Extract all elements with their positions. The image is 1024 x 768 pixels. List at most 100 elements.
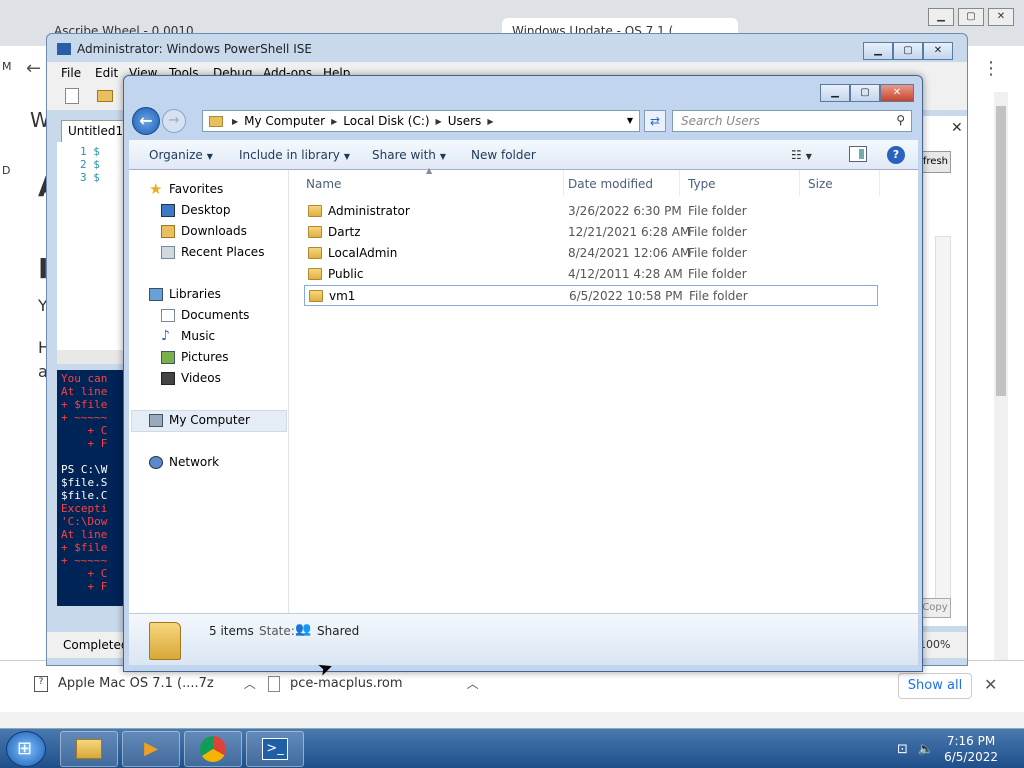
breadcrumb-separator-icon[interactable]: ▶: [229, 117, 241, 126]
browser-window-controls: ▁ ▢ ✕: [928, 8, 1014, 26]
close-button[interactable]: ✕: [988, 8, 1014, 26]
file-row[interactable]: Public 4/12/2011 4:28 AM File folder: [304, 264, 878, 285]
zoom-level: 100%: [919, 638, 951, 651]
menu-file[interactable]: File: [61, 66, 81, 80]
sidebar-item-desktop[interactable]: Desktop: [161, 203, 231, 217]
maximize-button[interactable]: ▢: [958, 8, 984, 26]
column-header-type[interactable]: Type: [680, 170, 800, 196]
refresh-icon[interactable]: ⇄: [644, 110, 666, 132]
sidebar-item-my-computer[interactable]: My Computer: [149, 413, 250, 427]
console-line: Excepti: [61, 502, 108, 515]
videos-icon: [161, 371, 175, 385]
ise-titlebar: Administrator: Windows PowerShell ISE: [57, 42, 312, 56]
help-icon[interactable]: ?: [887, 146, 905, 164]
close-button[interactable]: ✕: [880, 84, 914, 102]
column-header-date-modified[interactable]: Date modified: [560, 170, 680, 196]
breadcrumb-local-disk[interactable]: Local Disk (C:): [340, 114, 432, 128]
left-edge-text: D: [2, 164, 11, 177]
breadcrumb-separator-icon[interactable]: ▶: [433, 117, 445, 126]
back-button[interactable]: ←: [132, 107, 160, 135]
sidebar-item-downloads[interactable]: Downloads: [161, 224, 247, 238]
taskbar-powershell-button[interactable]: >_: [246, 731, 304, 767]
download-item[interactable]: pce-macplus.rom ︿: [268, 675, 479, 692]
search-icon[interactable]: ⚲: [896, 113, 905, 127]
page-scrollbar[interactable]: [994, 92, 1008, 660]
address-bar[interactable]: ▶ My Computer ▶ Local Disk (C:) ▶ Users …: [202, 110, 640, 132]
minimize-button[interactable]: ▁: [820, 84, 850, 102]
new-folder-button[interactable]: New folder: [471, 148, 536, 162]
sidebar-item-label: Downloads: [181, 224, 247, 238]
sidebar-item-pictures[interactable]: Pictures: [161, 350, 229, 364]
breadcrumb-my-computer[interactable]: My Computer: [241, 114, 328, 128]
console-line: $file.C: [61, 489, 108, 502]
console-line: PS C:\W: [61, 463, 108, 476]
include-label: Include in library: [239, 148, 340, 162]
taskbar-chrome-button[interactable]: [184, 731, 242, 767]
minimize-button[interactable]: ▁: [928, 8, 954, 26]
taskbar-explorer-button[interactable]: [60, 731, 118, 767]
powershell-icon: [57, 43, 71, 55]
file-name: Dartz: [328, 225, 361, 239]
shared-users-icon: 👥: [295, 622, 312, 637]
panel-scrollbar[interactable]: [935, 236, 951, 606]
chevron-up-icon[interactable]: ︿: [244, 675, 256, 692]
file-row-selected[interactable]: vm1 6/5/2022 10:58 PM File folder: [304, 285, 878, 306]
back-arrow-icon[interactable]: ←: [26, 58, 41, 79]
network-status-icon[interactable]: ⊡: [897, 742, 908, 757]
preview-pane-icon[interactable]: [849, 146, 867, 162]
console-pane[interactable]: You can At line + $file + ~~~~~ + C + F PS C…: [57, 370, 127, 606]
sidebar-item-network[interactable]: Network: [149, 455, 219, 469]
breadcrumb-separator-icon[interactable]: ▶: [328, 117, 340, 126]
minimize-button[interactable]: ▁: [863, 42, 893, 60]
chevron-up-icon[interactable]: ︿: [467, 675, 479, 692]
search-input[interactable]: Search Users ⚲: [672, 110, 912, 132]
file-date: 3/26/2022 6:30 PM: [568, 204, 682, 218]
column-header-size[interactable]: Size: [800, 170, 880, 196]
page-scrollbar-thumb[interactable]: [996, 106, 1006, 396]
maximize-button[interactable]: ▢: [893, 42, 923, 60]
console-line: + $file: [61, 398, 108, 411]
sidebar-item-libraries[interactable]: Libraries: [149, 287, 221, 301]
sidebar-item-recent-places[interactable]: Recent Places: [161, 245, 264, 259]
copy-button[interactable]: Copy: [919, 598, 951, 618]
dropdown-arrow-icon: ▼: [805, 152, 812, 161]
include-in-library-button[interactable]: Include in library ▼: [239, 148, 350, 162]
download-item[interactable]: ? Apple Mac OS 7.1 (....7z ︿: [34, 675, 256, 692]
folder-icon: [308, 268, 322, 280]
console-line: + F: [61, 580, 108, 593]
sidebar-item-music[interactable]: ♪ Music: [161, 329, 215, 344]
sidebar-item-videos[interactable]: Videos: [161, 371, 221, 385]
explorer-body: ★ Favorites Desktop Downloads Recent Plac…: [129, 166, 918, 613]
close-button[interactable]: ✕: [923, 42, 953, 60]
new-file-icon[interactable]: [65, 88, 79, 104]
breadcrumb-users[interactable]: Users: [445, 114, 485, 128]
show-all-button[interactable]: Show all: [898, 673, 972, 699]
breadcrumb-separator-icon[interactable]: ▶: [484, 117, 496, 126]
console-line: You can: [61, 372, 108, 385]
menu-edit[interactable]: Edit: [95, 66, 118, 80]
organize-button[interactable]: Organize ▼: [149, 148, 213, 162]
file-row[interactable]: Dartz 12/21/2021 6:28 AM File folder: [304, 222, 878, 243]
chevron-down-icon[interactable]: ▼: [621, 111, 639, 131]
editor-hscrollbar[interactable]: [57, 350, 123, 364]
close-icon[interactable]: ✕: [951, 120, 963, 136]
maximize-button[interactable]: ▢: [850, 84, 880, 102]
clock[interactable]: 7:16 PM 6/5/2022: [944, 733, 998, 765]
system-tray: ⊡ 🔈 7:16 PM 6/5/2022: [897, 729, 1024, 768]
change-view-button[interactable]: ☷ ▼: [791, 148, 812, 162]
share-with-button[interactable]: Share with ▼: [372, 148, 446, 162]
sidebar-item-favorites[interactable]: ★ Favorites: [149, 181, 223, 196]
file-row[interactable]: LocalAdmin 8/24/2021 12:06 AM File folde…: [304, 243, 878, 264]
column-header-name[interactable]: Name: [298, 170, 564, 196]
menu-dots-icon[interactable]: ⋮: [982, 58, 1000, 79]
volume-icon[interactable]: 🔈: [918, 742, 934, 757]
open-folder-icon[interactable]: [97, 90, 113, 102]
forward-button[interactable]: →: [162, 109, 186, 133]
start-button[interactable]: [6, 731, 46, 767]
close-icon[interactable]: ✕: [984, 675, 997, 694]
file-row[interactable]: Administrator 3/26/2022 6:30 PM File fol…: [304, 201, 878, 222]
sidebar-item-documents[interactable]: Documents: [161, 308, 249, 322]
taskbar-media-player-button[interactable]: ▶: [122, 731, 180, 767]
console-line: 'C:\Dow: [61, 515, 108, 528]
file-name: LocalAdmin: [328, 246, 398, 260]
